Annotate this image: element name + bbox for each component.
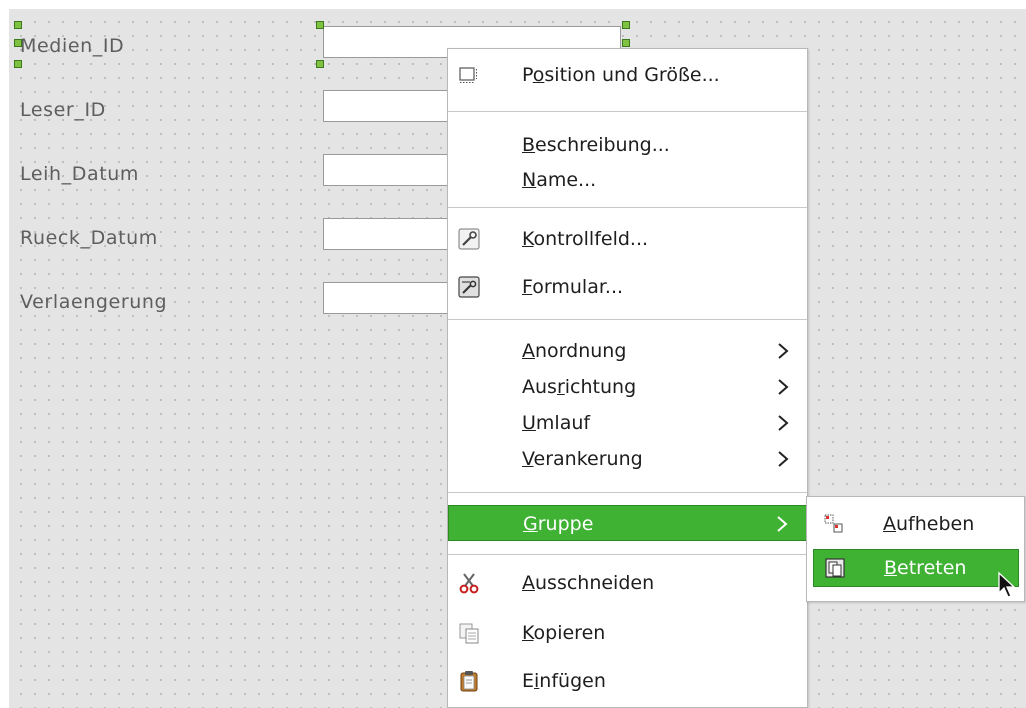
cut-icon xyxy=(458,572,480,594)
mouse-cursor-icon xyxy=(997,571,1019,605)
chevron-right-icon xyxy=(773,341,793,361)
selection-handle-bottom-left[interactable] xyxy=(14,60,22,68)
chevron-right-icon xyxy=(773,413,793,433)
chevron-right-icon xyxy=(773,377,793,397)
selection-handle-top-left[interactable] xyxy=(14,21,22,29)
menu-item-formular[interactable]: Formular... xyxy=(448,269,807,305)
control-properties-icon xyxy=(458,228,480,250)
menu-item-position-size[interactable]: Position und Größe... xyxy=(448,57,807,93)
selection-handle-top-middle[interactable] xyxy=(316,21,324,29)
label-leih-datum[interactable]: Leih_Datum xyxy=(20,163,139,185)
label-verlaengerung[interactable]: Verlaengerung xyxy=(20,291,167,313)
menu-item-ausrichtung[interactable]: Ausrichtung xyxy=(448,369,807,405)
selection-handle-middle-right[interactable] xyxy=(622,39,630,47)
menu-separator xyxy=(448,111,807,112)
menu-item-umlauf[interactable]: Umlauf xyxy=(448,405,807,441)
menu-separator xyxy=(448,319,807,320)
submenu-item-betreten[interactable]: Betreten xyxy=(813,549,1019,587)
menu-separator xyxy=(448,492,807,493)
menu-item-verankerung[interactable]: Verankerung xyxy=(448,441,807,477)
menu-separator xyxy=(448,554,807,555)
menu-item-ausschneiden[interactable]: Ausschneiden xyxy=(448,565,807,601)
submenu-item-aufheben[interactable]: Aufheben xyxy=(807,506,1024,542)
selection-handle-bottom-middle[interactable] xyxy=(316,60,324,68)
menu-item-beschreibung[interactable]: Beschreibung... xyxy=(448,127,807,163)
form-properties-icon xyxy=(458,276,480,298)
enter-group-icon xyxy=(824,557,846,579)
chevron-right-icon xyxy=(772,514,792,534)
selection-handle-middle-left[interactable] xyxy=(14,39,22,47)
copy-icon xyxy=(458,622,480,644)
menu-item-name[interactable]: Name... xyxy=(448,162,807,198)
label-medien-id[interactable]: Medien_ID xyxy=(20,35,124,57)
menu-item-kopieren[interactable]: Kopieren xyxy=(448,615,807,651)
chevron-right-icon xyxy=(773,449,793,469)
menu-item-gruppe[interactable]: Gruppe xyxy=(448,505,807,541)
position-size-icon xyxy=(458,64,480,86)
group-submenu: Aufheben Betreten xyxy=(806,496,1025,602)
label-leser-id[interactable]: Leser_ID xyxy=(20,99,106,121)
menu-separator xyxy=(448,207,807,208)
context-menu: Position und Größe... Beschreibung... Na… xyxy=(447,48,808,708)
ungroup-icon xyxy=(823,513,845,535)
label-rueck-datum[interactable]: Rueck_Datum xyxy=(20,227,158,249)
menu-item-einfuegen[interactable]: Einfügen xyxy=(448,663,807,699)
paste-icon xyxy=(458,670,480,692)
menu-item-anordnung[interactable]: Anordnung xyxy=(448,333,807,369)
selection-handle-top-right[interactable] xyxy=(622,21,630,29)
menu-item-kontrollfeld[interactable]: Kontrollfeld... xyxy=(448,221,807,257)
